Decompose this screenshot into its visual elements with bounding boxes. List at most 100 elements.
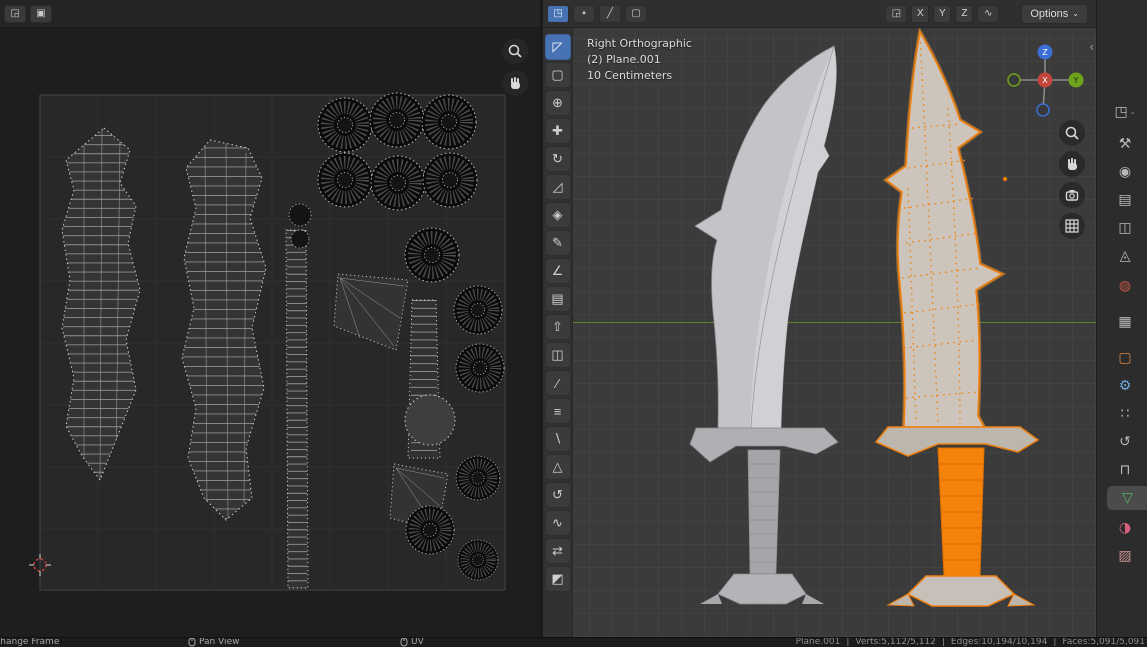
view-layer-icon: ◫ [1118,220,1132,236]
blender-window: ◲ ▣ ◸ ⊕ ✚ ▸ ▸ [0,0,1147,647]
proportional-editing-icon[interactable]: ◲ [885,4,908,23]
uv-islands-canvas[interactable] [0,28,540,637]
status-bar: Change Frame Pan View UV Plane.001 | Ver… [0,637,1147,647]
face-select-mode-icon[interactable]: ▢ [625,4,647,23]
viewport-pan-hand-icon[interactable] [1059,151,1085,177]
tool-annotate[interactable]: ✎ [544,230,571,256]
hint-change-frame: Change Frame [0,637,60,647]
nav-gizmo[interactable]: Z Y X [1000,40,1090,130]
mesh-data-icon: ▽ [1122,490,1133,506]
tab-collection[interactable]: ▦ [1107,310,1143,334]
tool-scale[interactable]: ◿ [544,174,571,200]
uv-pin-icon[interactable]: ▣ [30,4,52,23]
render-icon: ◉ [1118,164,1132,180]
viewport-toolbar: ◸ ▢ ⊕ ✚ ↻ ◿ ◈ ✎ ∠ ▤ ⇧ ◫ ∕ ≡ ∖ △ ↺ ∿ ⇄ ◩ [543,28,573,637]
tab-editor-type[interactable]: ◳ ⌄ [1107,100,1143,124]
tab-render[interactable]: ◉ [1107,160,1143,184]
constraints-icon: ⊓ [1119,462,1131,478]
tool-transform[interactable]: ◈ [544,202,571,228]
hint-uv: UV [400,638,424,647]
tab-material[interactable]: ◑ [1107,516,1143,540]
tab-particles[interactable]: ∷ [1107,402,1143,426]
region-collapse-chevron[interactable]: ‹ [1089,40,1094,54]
tool-measure[interactable]: ∠ [544,258,571,284]
tool-extrude-region[interactable]: ⇧ [544,314,571,340]
tool-smooth[interactable]: ∿ [544,510,571,536]
tab-view-layer[interactable]: ◫ [1107,216,1143,240]
tab-object[interactable]: ▢ [1107,346,1143,370]
options-dropdown[interactable]: Options ⌄ [1021,3,1088,24]
scene-icon: ◬ [1119,248,1131,264]
edge-select-mode-icon[interactable]: ╱ [599,4,621,23]
gizmo-neg-y-ball [1007,73,1021,87]
tool-move[interactable]: ✚ [544,118,571,144]
tool-rotate[interactable]: ↻ [544,146,571,172]
sword-model-gray[interactable] [688,42,848,614]
collection-icon: ▦ [1118,314,1132,330]
stat-verts: Verts:5,112/5,112 [855,637,936,647]
axis-y-button[interactable]: Y [933,4,952,23]
tool-tweak[interactable]: ◸ [544,34,571,60]
gizmo-x-label: X [1042,76,1048,85]
tab-world[interactable]: ◍ [1107,274,1143,298]
tab-object-data[interactable]: ▽ [1107,486,1147,510]
object-icon: ▢ [1118,350,1132,366]
tool-bevel[interactable]: ∕ [544,370,571,396]
tool-spin[interactable]: ↺ [544,482,571,508]
physics-icon: ↺ [1119,434,1131,450]
stat-edges: Edges:10,194/10,194 [950,637,1048,647]
stat-faces: Faces:5,091/5,091 [1062,637,1145,647]
tab-constraints[interactable]: ⊓ [1107,458,1143,482]
output-printer-icon: ▤ [1118,192,1132,208]
tool-add-cube[interactable]: ▤ [544,286,571,312]
active-object: (2) Plane.001 [587,53,661,66]
material-sphere-icon: ◑ [1118,520,1132,536]
tool-inset-faces[interactable]: ◫ [544,342,571,368]
grid-scale: 10 Centimeters [587,69,673,82]
gizmo-y-label: Y [1073,76,1079,85]
viewport-header: ◳ ∙ ╱ ▢ ◲ X Y Z ∿ Options ⌄ [543,0,1096,28]
falloff-icon[interactable]: ∿ [977,4,1000,23]
tab-output[interactable]: ▤ [1107,188,1143,212]
viewport-zoom-icon[interactable] [1059,120,1085,146]
tab-texture[interactable]: ▨ [1107,544,1143,568]
uv-editor-type-icon[interactable]: ◲ [4,4,26,23]
wrench-icon: ⚙ [1118,378,1132,394]
vertex-select-mode-icon[interactable]: ∙ [573,4,595,23]
mouse-icon [400,638,408,647]
tool-loop-cut[interactable]: ≡ [544,398,571,424]
hint-pan-view: Pan View [188,638,239,647]
texture-checker-icon: ▨ [1118,548,1132,564]
grid-ortho-icon[interactable] [1059,213,1085,239]
viewport-overlay-text: Right Orthographic (2) Plane.001 10 Cent… [587,36,692,84]
tool-shear[interactable]: ◩ [544,566,571,592]
tab-modifiers[interactable]: ⚙ [1107,374,1143,398]
camera-view-icon[interactable] [1059,182,1085,208]
uv-editor-header: ◲ ▣ [0,0,540,28]
tab-tool[interactable]: ⚒ [1107,132,1143,156]
view-name: Right Orthographic [587,37,692,50]
tool-icon: ⚒ [1118,136,1132,152]
chevron-down-icon: ⌄ [1072,9,1079,18]
particles-icon: ∷ [1120,406,1130,422]
gizmo-neg-z-ball [1036,103,1050,117]
uv-pan-hand-icon[interactable] [502,70,528,96]
tab-physics[interactable]: ↺ [1107,430,1143,454]
scene-statistics: Plane.001 | Verts:5,112/5,112 | Edges:10… [795,637,1145,647]
gizmo-z-label: Z [1042,48,1048,57]
tool-edge-slide[interactable]: ⇄ [544,538,571,564]
viewport-editor-type-icon[interactable]: ◳ [547,4,569,23]
tool-select-box[interactable]: ▢ [544,62,571,88]
tool-knife[interactable]: ∖ [544,426,571,452]
tab-scene[interactable]: ◬ [1107,244,1143,268]
uv-editor[interactable]: ◲ ▣ ◸ ⊕ ✚ ▸ ▸ [0,0,540,637]
properties-tab-strip: ◳ ⌄ ⚒ ◉ ▤ ◫ ◬ ◍ ▦ ▢ ⚙ ∷ ↺ ⊓ ▽ ◑ ▨ [1096,0,1147,637]
axis-z-button[interactable]: Z [955,4,974,23]
editor-type-icon: ◳ [1114,104,1128,120]
stat-object-name: Plane.001 [795,637,841,647]
axis-x-button[interactable]: X [911,4,930,23]
tool-cursor[interactable]: ⊕ [544,90,571,116]
tool-poly-build[interactable]: △ [544,454,571,480]
uv-zoom-icon[interactable] [502,38,528,64]
3d-viewport-canvas[interactable]: Right Orthographic (2) Plane.001 10 Cent… [543,28,1096,637]
